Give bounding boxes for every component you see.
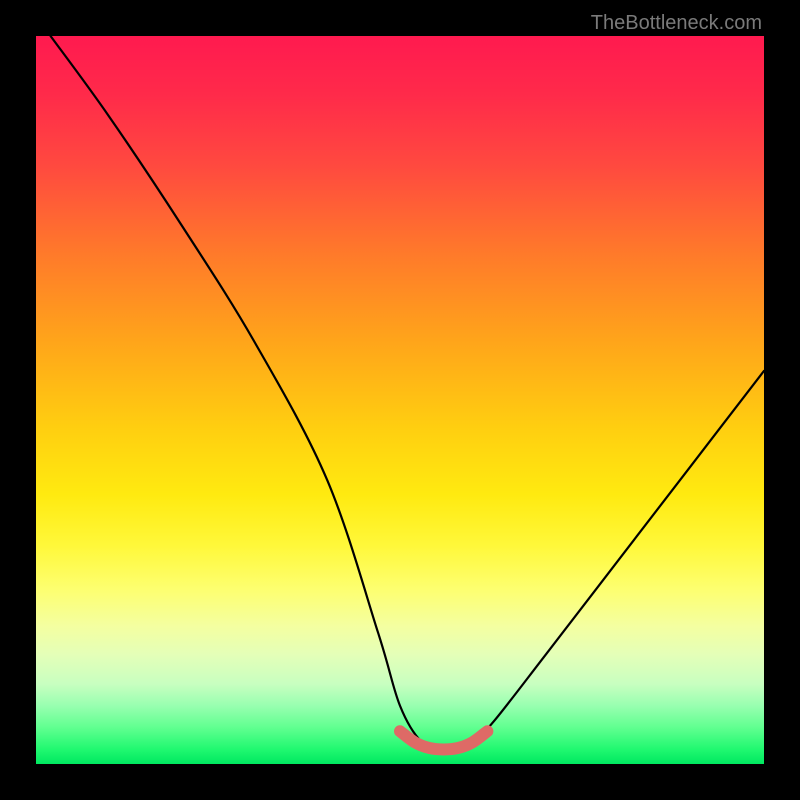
optimal-zone-highlight bbox=[400, 731, 487, 749]
bottleneck-curve-line bbox=[51, 36, 764, 750]
chart-svg bbox=[36, 36, 764, 764]
watermark-text: TheBottleneck.com bbox=[591, 12, 762, 35]
